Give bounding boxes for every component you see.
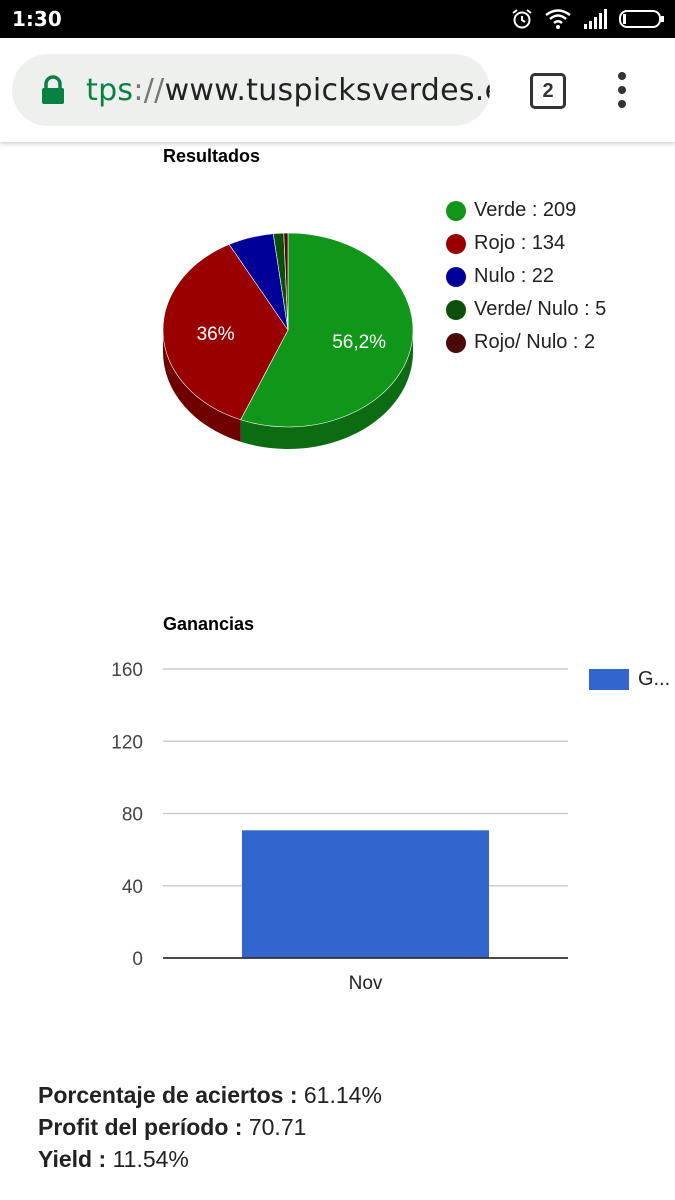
yield-value: 11.54% xyxy=(112,1146,189,1172)
pie-sides xyxy=(163,330,413,449)
legend-item-verde-nulo[interactable]: Verde/ Nulo : 5 xyxy=(446,296,666,323)
y-tick-label: 120 xyxy=(111,732,143,753)
pie-slice-rojo-nulo[interactable] xyxy=(283,232,289,331)
lock-icon[interactable] xyxy=(40,75,66,105)
pie-slice-verde[interactable] xyxy=(240,232,414,428)
url-text[interactable]: tps://www.tuspicksverdes.es xyxy=(86,73,490,108)
pie-side-rojo xyxy=(163,330,241,442)
pie-chart: 56,2% 36% xyxy=(162,232,414,449)
yield-row: Yield : 11.54% xyxy=(38,1143,382,1175)
legend-swatch xyxy=(446,333,466,353)
pie-slice-rojo[interactable] xyxy=(162,244,289,421)
legend-swatch xyxy=(446,267,466,287)
legend-label-verde-nulo: Verde/ Nulo : 5 xyxy=(474,298,607,320)
url-host: www.tuspicksverdes.es xyxy=(164,72,490,108)
summary-block: Porcentaje de aciertos : 61.14% Profit d… xyxy=(38,1079,382,1175)
accuracy-label: Porcentaje de aciertos : xyxy=(38,1082,298,1108)
legend-label-rojo-nulo: Rojo/ Nulo : 2 xyxy=(474,331,596,353)
alarm-icon xyxy=(512,9,532,29)
legend-item-verde[interactable]: Verde : 209 xyxy=(446,197,666,224)
url-scheme: tps xyxy=(86,72,134,108)
legend-label-verde: Verde : 209 xyxy=(474,199,577,221)
legend-item-rojo-nulo[interactable]: Rojo/ Nulo : 2 xyxy=(446,329,666,356)
legend-swatch xyxy=(446,201,466,221)
pie-slice-verde-nulo[interactable] xyxy=(272,232,289,331)
menu-icon[interactable] xyxy=(612,72,632,112)
bar-legend-label: G... xyxy=(638,668,671,690)
bar-chart-title: Ganancias xyxy=(163,614,255,634)
bar-legend-swatch xyxy=(589,669,629,690)
legend-label-rojo: Rojo : 134 xyxy=(474,232,566,254)
status-time: 1:30 xyxy=(12,7,62,31)
accuracy-row: Porcentaje de aciertos : 61.14% xyxy=(38,1079,382,1111)
battery-icon xyxy=(619,10,664,28)
bar-legend[interactable]: G... xyxy=(589,668,670,691)
signal-icon xyxy=(584,9,607,29)
accuracy-value: 61.14% xyxy=(303,1082,382,1108)
legend-swatch xyxy=(446,300,466,320)
y-tick-label: 40 xyxy=(122,877,143,898)
legend-item-nulo[interactable]: Nulo : 22 xyxy=(446,263,666,290)
pie-legend: Verde : 209 Rojo : 134 Nulo : 22 Verde/ … xyxy=(446,197,666,362)
yield-label: Yield : xyxy=(38,1146,107,1172)
pie-side-verde xyxy=(240,330,413,449)
y-tick-label: 160 xyxy=(111,660,143,681)
y-tick-label: 0 xyxy=(132,949,143,970)
bar-nov[interactable] xyxy=(241,830,490,958)
pie-slice-nulo[interactable] xyxy=(228,233,289,331)
profit-label: Profit del período : xyxy=(38,1114,243,1140)
status-icons xyxy=(511,6,665,32)
x-tick-label: Nov xyxy=(349,973,383,994)
pie-slice-label: 36% xyxy=(197,324,235,345)
y-tick-label: 80 xyxy=(122,805,143,826)
legend-label-nulo: Nulo : 22 xyxy=(474,265,555,287)
browser-toolbar: tps://www.tuspicksverdes.es 2 xyxy=(0,38,675,142)
wifi-icon xyxy=(545,9,571,29)
pie-slice-label: 56,2% xyxy=(332,332,386,353)
status-bar: 1:30 xyxy=(0,0,675,38)
address-bar[interactable]: tps://www.tuspicksverdes.es xyxy=(12,54,490,126)
profit-value: 70.71 xyxy=(248,1114,307,1140)
bar-chart: 0 40 80 120 160 Nov xyxy=(111,660,568,994)
tab-switcher-button[interactable]: 2 xyxy=(530,73,566,109)
legend-item-rojo[interactable]: Rojo : 134 xyxy=(446,230,666,257)
legend-swatch xyxy=(446,234,466,254)
pie-chart-title: Resultados xyxy=(163,146,261,166)
profit-row: Profit del período : 70.71 xyxy=(38,1111,382,1143)
url-separator: :// xyxy=(133,72,165,108)
